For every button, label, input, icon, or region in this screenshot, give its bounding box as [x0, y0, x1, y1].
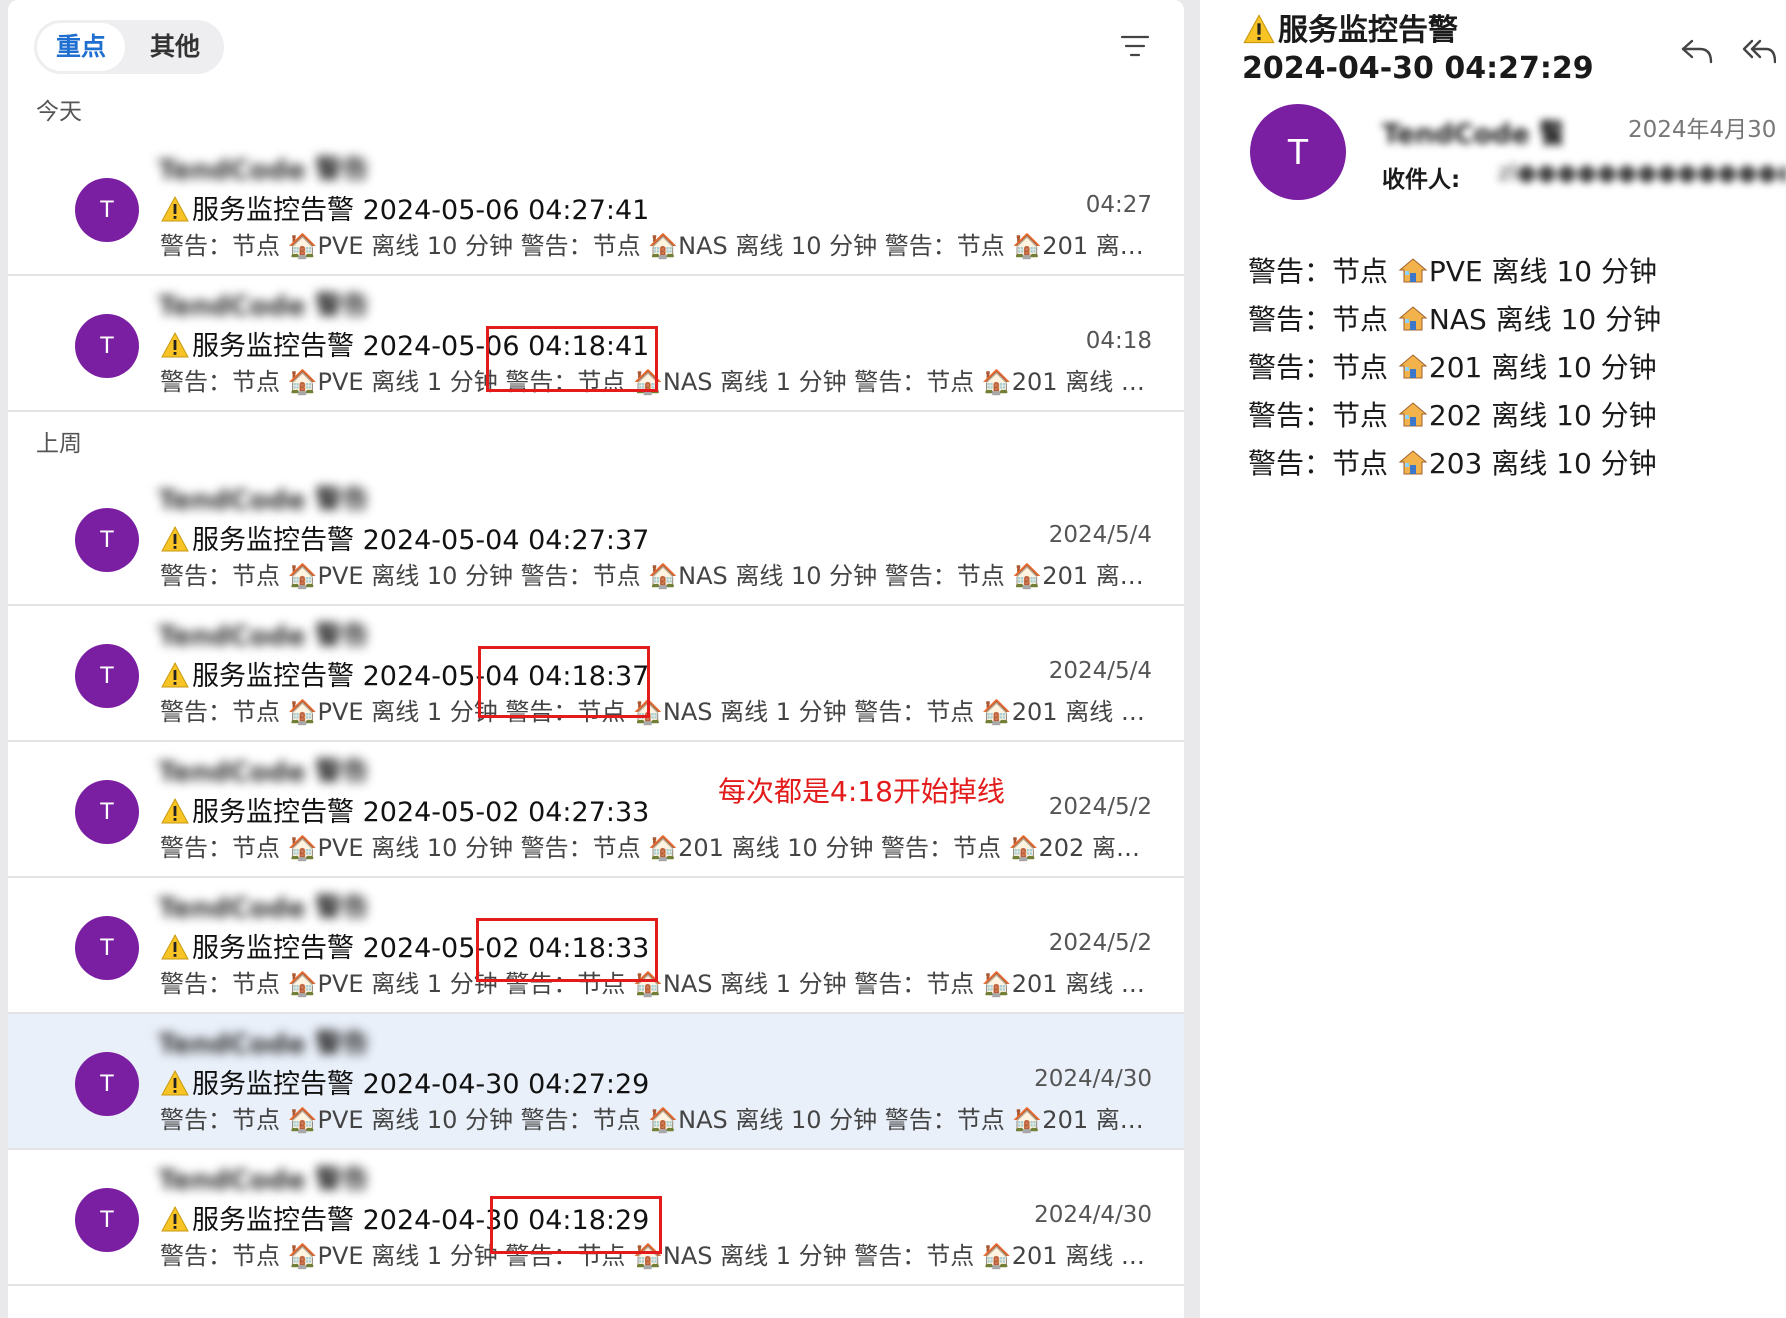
avatar: T: [75, 644, 139, 708]
recipient-label: 收件人:: [1382, 167, 1461, 193]
sender-name: TendCode 警告: [158, 1029, 368, 1054]
warning-icon: [161, 1205, 189, 1232]
reply-all-icon[interactable]: [1742, 36, 1776, 66]
highlight-box: [476, 918, 658, 982]
warning-icon: [161, 195, 189, 222]
house-icon: [1398, 450, 1428, 475]
reading-pane: 服务监控告警 2024-04-30 04:27:29 T TendCode 警告…: [1200, 0, 1786, 1318]
sender-name: TendCode 警告: [158, 1165, 368, 1190]
message-preview: 警告：节点 🏠PVE 离线 10 分钟 警告：节点 🏠NAS 离线 10 分钟 …: [160, 562, 1150, 590]
message-date: 04:18: [1085, 328, 1152, 354]
sender-name: TendCode 警告: [158, 485, 368, 510]
body-line-prefix: 警告：节点: [1248, 303, 1397, 336]
subject-text: 服务监控告警 2024-04-30 04:27:29: [192, 1069, 650, 1100]
warning-icon: [161, 661, 189, 688]
body-line-prefix: 警告：节点: [1248, 399, 1397, 432]
avatar: T: [75, 916, 139, 980]
message-date: 2024/5/4: [1048, 658, 1152, 684]
message-body: 警告：节点 PVE 离线 10 分钟 警告：节点 NAS 离线 10 分钟 警告…: [1248, 248, 1661, 488]
message-date: 2024/4/30: [1034, 1066, 1152, 1092]
message-date: 2024/5/4: [1048, 522, 1152, 548]
subject-line: 服务监控告警 2024-05-04 04:27:37: [160, 518, 649, 557]
title-line-1: 服务监控告警: [1278, 13, 1458, 48]
avatar: T: [75, 780, 139, 844]
body-line: 警告：节点 NAS 离线 10 分钟: [1248, 296, 1661, 344]
avatar: T: [75, 508, 139, 572]
message-preview: 警告：节点 🏠PVE 离线 1 分钟 警告：节点 🏠NAS 离线 1 分钟 警告…: [160, 698, 1150, 726]
mail-item-selected[interactable]: T TendCode 警告 服务监控告警 2024-04-30 04:27:29…: [8, 1014, 1184, 1150]
body-line: 警告：节点 201 离线 10 分钟: [1248, 344, 1661, 392]
warning-icon: [161, 525, 189, 552]
warning-icon: [161, 331, 189, 358]
body-line-text: 201 离线 10 分钟: [1428, 351, 1657, 384]
house-icon: [1398, 354, 1428, 379]
tab-focused[interactable]: 重点: [37, 23, 125, 71]
message-date: 04:27: [1085, 192, 1152, 218]
filter-icon[interactable]: [1120, 34, 1150, 58]
subject-line: 服务监控告警 2024-05-06 04:27:41: [160, 188, 649, 227]
body-line: 警告：节点 203 离线 10 分钟: [1248, 440, 1661, 488]
house-icon: [1398, 306, 1428, 331]
sender-name: TendCode 警告: [158, 155, 368, 180]
annotation-text: 每次都是4:18开始掉线: [718, 775, 1005, 808]
message-preview: 警告：节点 🏠PVE 离线 10 分钟 警告：节点 🏠NAS 离线 10 分钟 …: [160, 1106, 1150, 1134]
avatar: T: [75, 1052, 139, 1116]
message-preview: 警告：节点 🏠PVE 离线 10 分钟 警告：节点 🏠NAS 离线 10 分钟 …: [160, 232, 1150, 260]
inbox-tab-switcher: 重点 其他: [34, 20, 224, 74]
tab-other[interactable]: 其他: [130, 23, 220, 71]
sender-name: TendCode 警告: [158, 621, 368, 646]
message-date: 2024年4月30: [1628, 117, 1777, 143]
section-header-today: 今天: [36, 99, 82, 125]
highlight-box: [486, 326, 658, 392]
warning-icon: [161, 933, 189, 960]
recipient-value: zl●●●●●●●●●●●●●●●●●●●●om: [1498, 160, 1786, 186]
sender-name: TendCode 警告: [158, 757, 368, 782]
body-line-prefix: 警告：节点: [1248, 351, 1397, 384]
body-line: 警告：节点 202 离线 10 分钟: [1248, 392, 1661, 440]
body-line-prefix: 警告：节点: [1248, 255, 1397, 288]
highlight-box: [478, 646, 650, 718]
body-line-text: NAS 离线 10 分钟: [1428, 303, 1662, 336]
subject-text: 服务监控告警 2024-05-06 04:27:41: [192, 195, 650, 226]
warning-icon: [161, 797, 189, 824]
subject-line: 服务监控告警 2024-05-02 04:27:33: [160, 790, 649, 829]
message-preview: 警告：节点 🏠PVE 离线 10 分钟 警告：节点 🏠201 离线 10 分钟 …: [160, 834, 1150, 862]
body-line-prefix: 警告：节点: [1248, 447, 1397, 480]
subject-line: 服务监控告警 2024-04-30 04:27:29: [160, 1062, 649, 1101]
avatar: T: [75, 1188, 139, 1252]
warning-icon: [161, 1069, 189, 1096]
subject-text: 服务监控告警 2024-05-02 04:27:33: [192, 797, 650, 828]
message-title: 服务监控告警 2024-04-30 04:27:29: [1242, 12, 1662, 88]
sender-name: TendCode 警告: [158, 291, 368, 316]
body-line: 警告：节点 PVE 离线 10 分钟: [1248, 248, 1661, 296]
highlight-box: [490, 1196, 662, 1254]
mail-item[interactable]: T TendCode 警告 服务监控告警 2024-05-04 04:27:37…: [8, 470, 1184, 606]
avatar: T: [75, 178, 139, 242]
title-line-2: 2024-04-30 04:27:29: [1242, 51, 1594, 86]
body-line-text: 202 离线 10 分钟: [1428, 399, 1657, 432]
body-line-text: 203 离线 10 分钟: [1428, 447, 1657, 480]
message-date: 2024/4/30: [1034, 1202, 1152, 1228]
body-line-text: PVE 离线 10 分钟: [1428, 255, 1657, 288]
subject-text: 服务监控告警 2024-05-04 04:27:37: [192, 525, 650, 556]
warning-icon: [1243, 14, 1275, 44]
reply-icon[interactable]: [1680, 36, 1714, 66]
message-date: 2024/5/2: [1048, 794, 1152, 820]
sender-name: TendCode 警告: [158, 893, 368, 918]
mail-item[interactable]: T TendCode 警告 服务监控告警 2024-05-06 04:27:41…: [8, 140, 1184, 276]
section-header-last-week: 上周: [36, 431, 82, 457]
house-icon: [1398, 402, 1428, 427]
avatar: T: [75, 314, 139, 378]
message-date: 2024/5/2: [1048, 930, 1152, 956]
sender-avatar: T: [1250, 104, 1346, 200]
message-list-pane: 重点 其他 今天 T TendCode 警告 服务监控告警 2024-05-06…: [8, 0, 1184, 1318]
house-icon: [1398, 258, 1428, 283]
sender-name: TendCode 警告: [1382, 119, 1562, 148]
mail-item[interactable]: T TendCode 警告 服务监控告警 2024-05-02 04:27:33…: [8, 742, 1184, 878]
